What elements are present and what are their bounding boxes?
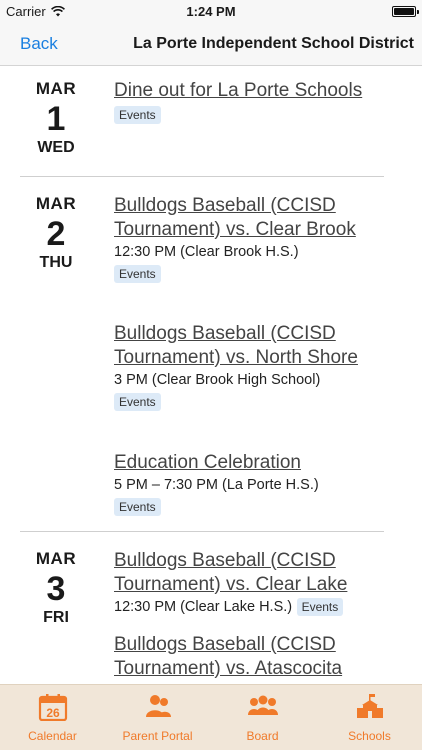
tab-schools-label: Schools (348, 729, 391, 743)
tab-calendar[interactable]: 26 Calendar (0, 685, 105, 750)
calendar-list[interactable]: MAR 1 WED Dine out for La Porte Schools … (0, 67, 422, 684)
day-month: MAR (35, 79, 77, 98)
day-date-block: MAR 3 FRI (0, 549, 112, 627)
event-category-tag: Events (114, 265, 161, 283)
day-month: MAR (35, 549, 77, 568)
tab-calendar-label: Calendar (28, 729, 77, 743)
event-title-link[interactable]: Dine out for La Porte Schools (114, 79, 364, 103)
tab-parent-portal-label: Parent Portal (122, 729, 193, 743)
event-item[interactable]: Bulldogs Baseball (CCISD Tournament) vs.… (114, 633, 364, 681)
tab-board-label: Board (246, 729, 279, 743)
tab-bar: 26 Calendar Parent Portal Board Schools (0, 684, 422, 750)
event-title-link[interactable]: Education Celebration (114, 451, 364, 475)
navigation-bar: Back La Porte Independent School Distric… (0, 24, 422, 66)
event-title-link[interactable]: Bulldogs Baseball (CCISD Tournament) vs.… (114, 549, 364, 597)
tab-schools[interactable]: Schools (317, 685, 422, 750)
event-time: 5 PM – 7:30 PM (La Porte H.S.) (114, 477, 319, 493)
event-item[interactable]: Bulldogs Baseball (CCISD Tournament) vs.… (114, 194, 364, 283)
event-title-link[interactable]: Bulldogs Baseball (CCISD Tournament) vs.… (114, 322, 364, 370)
event-item[interactable]: Bulldogs Baseball (CCISD Tournament) vs.… (114, 549, 364, 617)
event-category-tag: Events (296, 598, 344, 616)
calendar-icon: 26 (38, 694, 67, 721)
event-time: 12:30 PM (Clear Brook H.S.) (114, 244, 299, 260)
day-number: 3 (46, 570, 66, 608)
page-title: La Porte Independent School District (133, 35, 414, 52)
day-number: 2 (46, 215, 66, 253)
schools-icon (356, 694, 383, 718)
event-time: 12:30 PM (Clear Lake H.S.) (114, 599, 293, 615)
day-date-block: MAR 1 WED (0, 79, 112, 157)
status-bar: Carrier 1:24 PM (0, 0, 422, 24)
event-time: 3 PM (Clear Brook High School) (114, 372, 321, 388)
day-weekday: WED (37, 139, 75, 156)
day-number: 1 (46, 100, 66, 138)
board-icon (247, 695, 278, 715)
event-title-link[interactable]: Bulldogs Baseball (CCISD Tournament) vs.… (114, 194, 364, 242)
event-item[interactable]: Education Celebration 5 PM – 7:30 PM (La… (114, 451, 364, 516)
parent-portal-icon (145, 695, 171, 717)
day-month: MAR (35, 194, 77, 213)
event-category-tag: Events (114, 498, 161, 516)
calendar-badge: 26 (46, 706, 60, 720)
day-date-block: MAR 2 THU (0, 194, 112, 272)
tab-parent-portal[interactable]: Parent Portal (105, 685, 210, 750)
day-divider (20, 176, 384, 177)
event-category-tag: Events (114, 106, 161, 124)
back-button[interactable]: Back (20, 34, 58, 54)
battery-icon (392, 6, 419, 17)
status-time: 1:24 PM (186, 4, 236, 19)
day-weekday: FRI (43, 609, 69, 626)
event-title-link[interactable]: Bulldogs Baseball (CCISD Tournament) vs.… (114, 633, 364, 681)
event-item[interactable]: Bulldogs Baseball (CCISD Tournament) vs.… (114, 322, 364, 411)
event-category-tag: Events (114, 393, 161, 411)
event-item[interactable]: Dine out for La Porte Schools Events (114, 79, 364, 124)
day-divider (20, 531, 384, 532)
day-weekday: THU (39, 254, 73, 271)
tab-board[interactable]: Board (210, 685, 315, 750)
